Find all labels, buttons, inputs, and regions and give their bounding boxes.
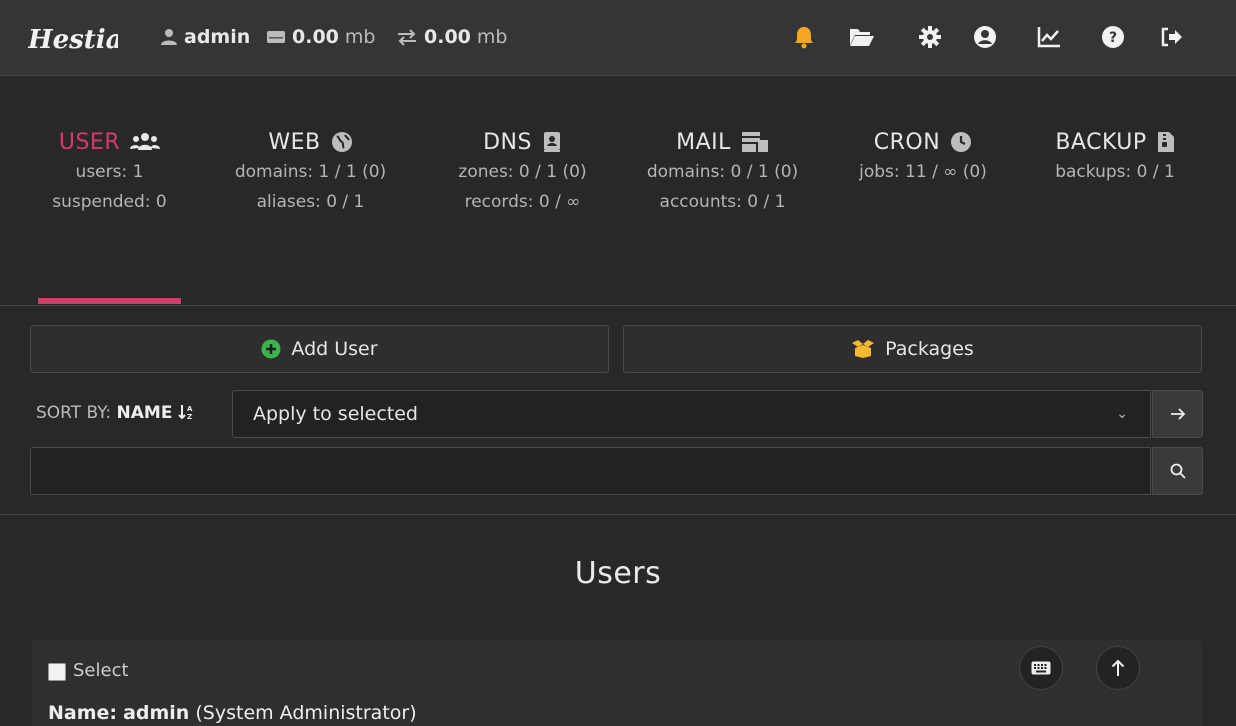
clock-icon	[951, 132, 972, 152]
web-domains: domains: 1 / 1 (0)	[234, 162, 387, 182]
gear-icon[interactable]	[917, 24, 943, 50]
dns-zones: zones: 0 / 1 (0)	[458, 162, 587, 182]
tab-title-cron: CRON	[848, 127, 998, 157]
user-stat[interactable]: admin	[160, 26, 250, 48]
packages-button[interactable]: Packages	[623, 325, 1202, 373]
stats-tabs: USER users: 1 suspended: 0 WEB domains: …	[0, 77, 1236, 306]
page-title: Users	[574, 556, 662, 591]
user-role: (System Administrator)	[195, 702, 417, 724]
users-icon	[130, 133, 161, 150]
suspended-count: suspended: 0	[52, 192, 167, 212]
add-user-label: Add User	[291, 338, 378, 360]
dns-records: records: 0 / ∞	[464, 192, 581, 212]
tab-user[interactable]: USER users: 1 suspended: 0	[38, 127, 181, 217]
bandwidth-unit: mb	[476, 26, 508, 48]
content-divider	[0, 514, 1236, 515]
disk-stat: 0.00 mb	[266, 26, 375, 48]
arrow-up-icon	[1111, 659, 1125, 676]
web-aliases: aliases: 0 / 1	[256, 192, 365, 212]
svg-text:Z: Z	[187, 413, 192, 420]
cron-jobs: jobs: 11 / ∞ (0)	[859, 162, 987, 182]
bell-icon[interactable]	[791, 24, 817, 50]
tab-mail[interactable]: MAIL domains: 0 / 1 (0) accounts: 0 / 1	[635, 127, 810, 217]
search-button[interactable]	[1152, 447, 1203, 495]
users-count: users: 1	[75, 162, 144, 182]
user-icon	[161, 29, 177, 45]
keyboard-shortcuts-button[interactable]	[1019, 646, 1063, 690]
user-name[interactable]: admin	[123, 702, 189, 724]
chevron-down-icon: ⌄	[1116, 406, 1128, 422]
search-input[interactable]	[30, 447, 1151, 495]
search-icon	[1170, 463, 1186, 479]
disk-unit: mb	[344, 26, 376, 48]
tab-title-backup: BACKUP	[1045, 127, 1185, 157]
sort-label: SORT BY:	[36, 403, 112, 423]
arrow-right-icon	[1170, 408, 1185, 420]
tab-dns[interactable]: DNS zones: 0 / 1 (0) records: 0 / ∞	[440, 127, 605, 217]
scroll-top-button[interactable]	[1096, 646, 1140, 690]
tabs-divider	[0, 305, 1236, 306]
bandwidth-value: 0.00	[424, 26, 471, 48]
transfer-icon	[398, 29, 416, 46]
packages-label: Packages	[885, 338, 974, 360]
bulk-action-value: Apply to selected	[253, 403, 418, 425]
tab-backup[interactable]: BACKUP backups: 0 / 1	[1045, 127, 1185, 187]
globe-icon	[331, 132, 352, 152]
account-icon[interactable]	[972, 24, 998, 50]
address-book-icon	[543, 132, 560, 152]
top-bar: Hestia admin 0.00 mb 0.00 mb ?	[0, 0, 1236, 76]
svg-text:A: A	[187, 405, 193, 413]
user-name-row: Name: admin (System Administrator)	[48, 702, 417, 724]
chart-line-icon[interactable]	[1036, 24, 1062, 50]
hdd-icon	[267, 31, 285, 43]
select-checkbox[interactable]	[48, 663, 66, 681]
tab-title-web: WEB	[228, 127, 393, 157]
name-label: Name:	[48, 702, 118, 724]
active-tab-indicator	[38, 298, 181, 304]
backup-count: backups: 0 / 1	[1055, 162, 1175, 182]
sort-alpha-icon: AZ	[178, 405, 193, 421]
disk-value: 0.00	[292, 26, 339, 48]
svg-text:Hestia: Hestia	[28, 25, 118, 55]
box-open-icon	[852, 340, 875, 358]
bandwidth-stat: 0.00 mb	[396, 26, 507, 48]
folder-open-icon[interactable]	[849, 24, 875, 50]
tab-title-dns: DNS	[440, 127, 605, 157]
tab-cron[interactable]: CRON jobs: 11 / ∞ (0)	[848, 127, 998, 187]
sort-field: NAME	[116, 403, 173, 423]
file-archive-icon	[1157, 132, 1174, 152]
tab-title-user: USER	[38, 127, 181, 157]
mail-accounts: accounts: 0 / 1	[659, 192, 786, 212]
plus-circle-icon	[261, 339, 281, 359]
help-icon[interactable]: ?	[1100, 24, 1126, 50]
select-label[interactable]: Select	[73, 660, 129, 681]
tab-web[interactable]: WEB domains: 1 / 1 (0) aliases: 0 / 1	[228, 127, 393, 217]
bulk-action-select[interactable]: Apply to selected ⌄	[232, 390, 1151, 438]
username: admin	[184, 26, 251, 48]
mail-domains: domains: 0 / 1 (0)	[646, 162, 799, 182]
tab-title-mail: MAIL	[635, 127, 810, 157]
mail-bulk-icon	[741, 132, 768, 152]
logout-icon[interactable]	[1158, 24, 1184, 50]
sort-control[interactable]: SORT BY: NAME AZ	[36, 403, 196, 423]
svg-text:?: ?	[1109, 30, 1117, 46]
apply-bulk-button[interactable]	[1152, 390, 1203, 438]
add-user-button[interactable]: Add User	[30, 325, 609, 373]
keyboard-icon	[1031, 661, 1051, 675]
hestia-logo[interactable]: Hestia	[27, 18, 122, 58]
